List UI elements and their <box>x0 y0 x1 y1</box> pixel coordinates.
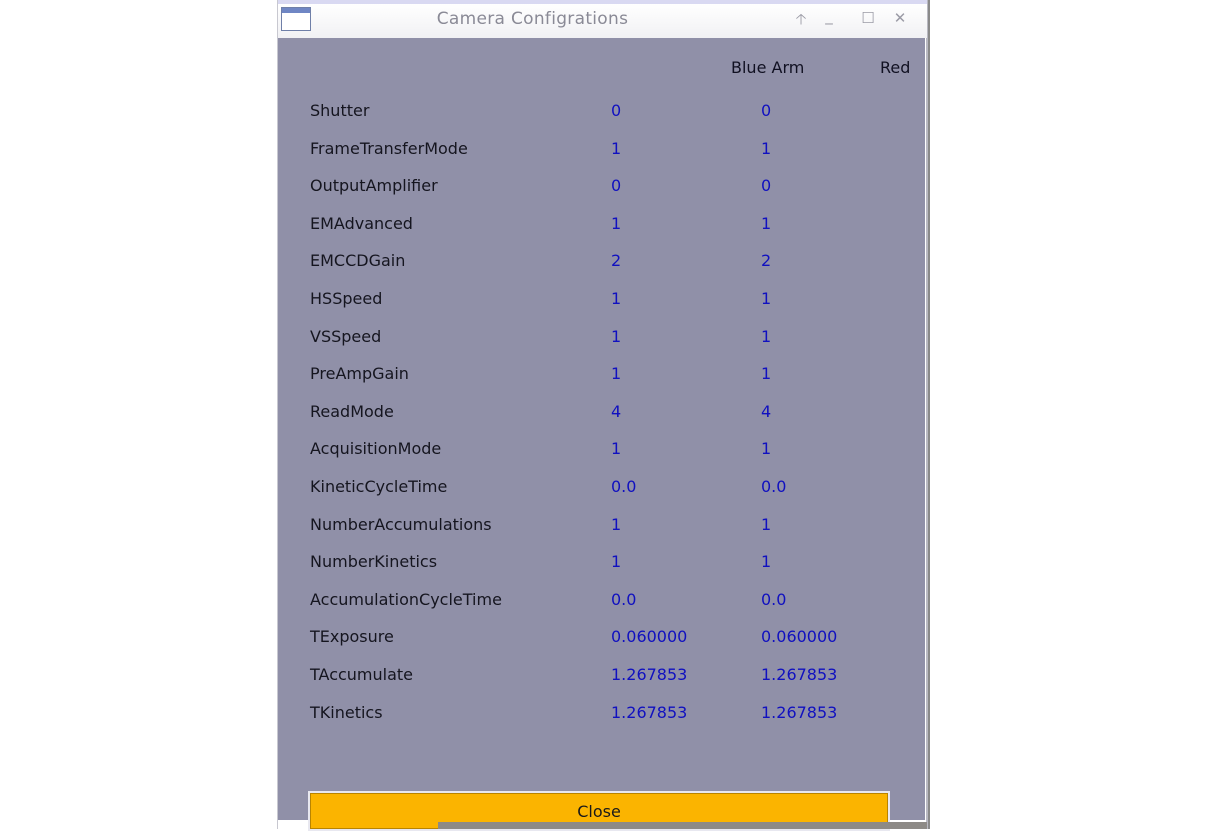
row-label: FrameTransferMode <box>310 139 468 158</box>
close-icon[interactable]: ✕ <box>890 9 910 27</box>
blue-arm-value: 0.0 <box>611 590 637 609</box>
red-arm-value: 1 <box>761 139 772 158</box>
red-arm-value: 2 <box>761 251 772 270</box>
blue-arm-value: 0 <box>611 176 622 195</box>
row-label: ReadMode <box>310 402 394 421</box>
row-label: AccumulationCycleTime <box>310 590 502 609</box>
red-arm-value: 0 <box>761 176 772 195</box>
red-arm-value: 1 <box>761 515 772 534</box>
row-label: OutputAmplifier <box>310 176 438 195</box>
row-label: EMAdvanced <box>310 214 413 233</box>
row-label: KineticCycleTime <box>310 477 448 496</box>
blue-arm-value: 1 <box>611 214 622 233</box>
row-label: TAccumulate <box>310 665 414 684</box>
minimize-icon[interactable]: _ <box>819 7 839 25</box>
red-arm-value: 0 <box>761 101 772 120</box>
blue-arm-value: 1 <box>611 552 622 571</box>
blue-arm-value: 2 <box>611 251 622 270</box>
blue-arm-value: 1.267853 <box>611 665 688 684</box>
blue-arm-value: 0.060000 <box>611 627 688 646</box>
red-arm-value: 1 <box>761 214 772 233</box>
row-label: TExposure <box>310 627 394 646</box>
blue-arm-value: 4 <box>611 402 622 421</box>
row-label: NumberKinetics <box>310 552 438 571</box>
red-arm-value: 1 <box>761 327 772 346</box>
row-label: HSSpeed <box>310 289 383 308</box>
row-label: PreAmpGain <box>310 364 409 383</box>
row-label: TKinetics <box>310 703 383 722</box>
row-label: NumberAccumulations <box>310 515 492 534</box>
row-label: EMCCDGain <box>310 251 406 270</box>
blue-arm-value: 1 <box>611 364 622 383</box>
blue-arm-value: 0 <box>611 101 622 120</box>
red-arm-value: 0.0 <box>761 590 787 609</box>
red-arm-value: 1.267853 <box>761 703 838 722</box>
blue-arm-value: 1 <box>611 139 622 158</box>
blue-arm-value: 1 <box>611 515 622 534</box>
column-header-blue-arm: Blue Arm <box>731 58 805 77</box>
desktop-edge <box>928 0 930 829</box>
pin-icon[interactable]: 🡡 <box>791 9 811 34</box>
row-label: Shutter <box>310 101 370 120</box>
red-arm-value: 4 <box>761 402 772 421</box>
red-arm-value: 1.267853 <box>761 665 838 684</box>
red-arm-value: 1 <box>761 364 772 383</box>
maximize-icon[interactable]: ☐ <box>858 9 878 27</box>
red-arm-value: 1 <box>761 552 772 571</box>
red-arm-value: 1 <box>761 289 772 308</box>
window-bottom-edge <box>438 822 927 829</box>
red-arm-value: 0.0 <box>761 477 787 496</box>
title-bar[interactable]: Camera Configrations 🡡 _ ☐ ✕ <box>278 0 927 38</box>
blue-arm-value: 1.267853 <box>611 703 688 722</box>
red-arm-value: 0.060000 <box>761 627 838 646</box>
blue-arm-value: 1 <box>611 327 622 346</box>
blue-arm-value: 0.0 <box>611 477 637 496</box>
red-arm-value: 1 <box>761 439 772 458</box>
row-label: AcquisitionMode <box>310 439 442 458</box>
config-panel: Blue Arm Red Shutter 0 0 FrameTransferMode 1… <box>278 38 925 831</box>
blue-arm-value: 1 <box>611 439 622 458</box>
blue-arm-value: 1 <box>611 289 622 308</box>
row-label: VSSpeed <box>310 327 382 346</box>
camera-config-window: Camera Configrations 🡡 _ ☐ ✕ Blue Arm Re… <box>277 0 928 831</box>
column-header-red: Red <box>880 58 911 77</box>
